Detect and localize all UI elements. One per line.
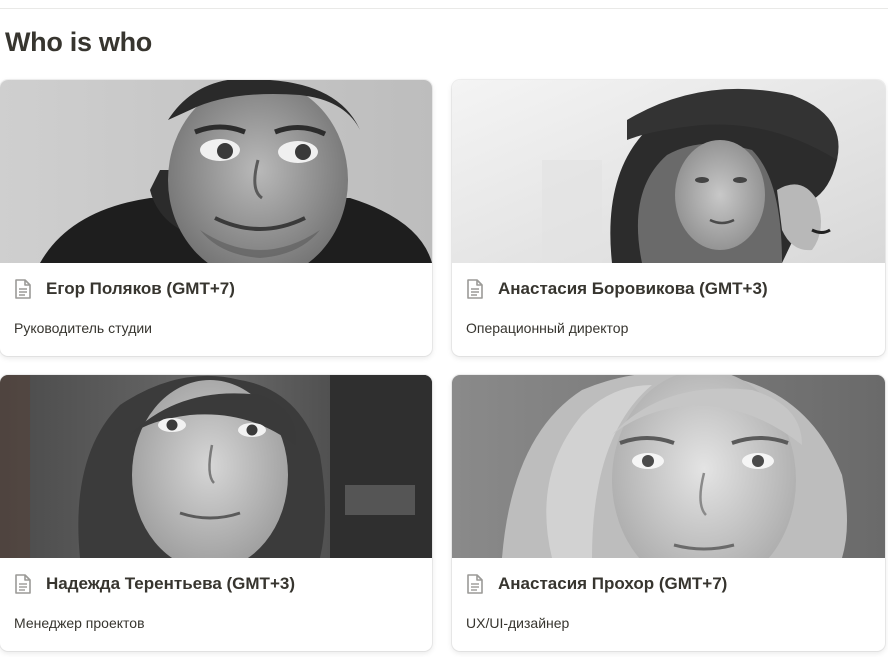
page-icon <box>15 574 31 594</box>
person-card[interactable]: Егор Поляков (GMT+7) Руководитель студии <box>0 80 432 356</box>
card-title-row: Анастасия Прохор (GMT+7) <box>466 572 727 596</box>
page-icon <box>467 279 483 299</box>
page-icon <box>15 279 31 299</box>
person-role: Руководитель студии <box>14 320 152 336</box>
person-role: Операционный директор <box>466 320 629 336</box>
card-title-row: Анастасия Боровикова (GMT+3) <box>466 277 768 301</box>
person-card[interactable]: Анастасия Прохор (GMT+7) UX/UI-дизайнер <box>452 375 885 651</box>
person-name: Егор Поляков (GMT+7) <box>46 279 235 298</box>
card-title-row: Егор Поляков (GMT+7) <box>14 277 235 301</box>
page-icon <box>467 574 483 594</box>
person-photo <box>452 375 885 558</box>
person-card[interactable]: Надежда Терентьева (GMT+3) Менеджер прое… <box>0 375 432 651</box>
page: Who is who Егор Поляков (GMT+7) Руководи… <box>0 0 888 657</box>
section-title: Who is who <box>5 27 152 57</box>
person-role: Менеджер проектов <box>14 615 145 631</box>
person-card[interactable]: Анастасия Боровикова (GMT+3) Операционны… <box>452 80 885 356</box>
person-role: UX/UI-дизайнер <box>466 615 570 631</box>
person-name: Надежда Терентьева (GMT+3) <box>46 574 295 593</box>
person-name: Анастасия Боровикова (GMT+3) <box>498 279 768 298</box>
divider <box>0 8 888 9</box>
person-photo <box>0 375 432 558</box>
person-photo <box>0 80 432 263</box>
person-photo <box>452 80 885 263</box>
person-name: Анастасия Прохор (GMT+7) <box>498 574 728 593</box>
card-title-row: Надежда Терентьева (GMT+3) <box>14 572 295 596</box>
